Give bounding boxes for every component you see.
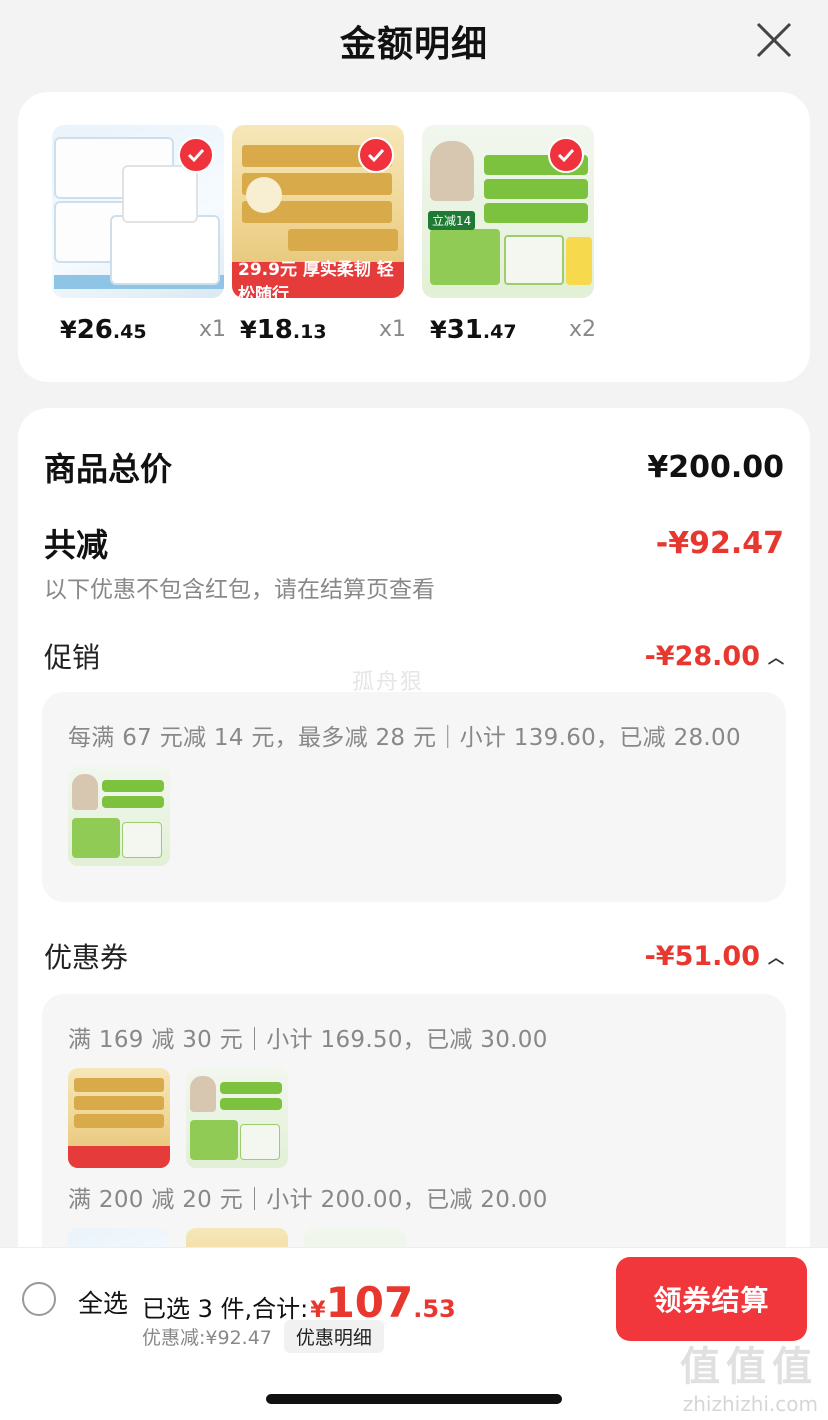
promotion-product-thumbnail[interactable]	[68, 766, 170, 866]
product-item[interactable]: 29.9元 厚实柔韧 轻松随行 ¥18.13 x1	[232, 125, 410, 345]
coupon-product-thumbnail[interactable]	[68, 1068, 170, 1168]
chevron-up-icon[interactable]: ︿	[768, 644, 784, 668]
product-price: ¥18.13	[240, 315, 327, 345]
total-price-label: 商品总价	[44, 450, 173, 488]
total-reduction-value: -¥92.47	[655, 525, 784, 561]
checkout-button[interactable]: 领券结算	[616, 1257, 807, 1341]
coupon-rule-2: 满 200 减 20 元｜小计 200.00，已减 20.00	[68, 1187, 548, 1213]
total-price-row: 商品总价 ¥200.00	[44, 444, 784, 490]
product-image[interactable]: 29.9元 厚实柔韧 轻松随行	[232, 125, 404, 298]
product-item[interactable]: ¥26.45 x1	[52, 125, 230, 345]
product-item[interactable]: 立减14 ¥31.47 x2	[422, 125, 600, 345]
home-indicator[interactable]	[266, 1394, 562, 1404]
coupon-row[interactable]: 优惠券 -¥51.00 ︿	[44, 936, 784, 976]
page-title: 金额明细	[339, 24, 488, 65]
total-reduction-label: 共减	[44, 526, 109, 564]
coupon-product-thumbnail[interactable]	[186, 1068, 288, 1168]
checkout-bar: 全选 已选 3 件,合计: ¥ 107 .53 优惠减:¥92.47 优惠明细 …	[0, 1247, 828, 1420]
chevron-up-icon[interactable]: ︿	[768, 944, 784, 968]
selected-check-icon[interactable]	[548, 137, 584, 173]
selected-check-icon[interactable]	[178, 137, 214, 173]
promotion-panel: 每满 67 元减 14 元，最多减 28 元｜小计 139.60，已减 28.0…	[42, 692, 786, 902]
site-watermark: 值值值 zhizhizhi.com	[680, 1344, 818, 1416]
selected-check-icon[interactable]	[358, 137, 394, 173]
selected-products-card: ¥26.45 x1 29.9元 厚实柔韧 轻松随行 ¥18.13 x1 立减14…	[18, 92, 810, 382]
product-price: ¥31.47	[430, 315, 517, 345]
promotion-label: 促销	[44, 641, 101, 674]
reduction-note: 以下优惠不包含红包，请在结算页查看	[44, 577, 435, 603]
select-all-label[interactable]: 全选	[78, 1284, 128, 1320]
product-image-promo: 29.9元 厚实柔韧 轻松随行	[232, 260, 404, 298]
close-button[interactable]	[754, 20, 794, 60]
close-icon	[756, 22, 792, 58]
coupon-label: 优惠券	[44, 941, 129, 974]
product-quantity: x2	[568, 317, 596, 342]
promotion-rule: 每满 67 元减 14 元，最多减 28 元｜小计 139.60，已减 28.0…	[68, 725, 741, 751]
promotion-value: -¥28.00	[644, 640, 760, 672]
product-image-tag: 立减14	[428, 211, 476, 230]
discount-detail-button[interactable]: 优惠明细	[283, 1320, 384, 1353]
product-price: ¥26.45	[60, 315, 147, 345]
product-quantity: x1	[198, 317, 226, 342]
coupon-value: -¥51.00	[644, 940, 760, 972]
selected-count-text: 已选 3 件,合计:	[142, 1295, 309, 1323]
product-image[interactable]: 立减14	[422, 125, 594, 298]
total-price-value: ¥200.00	[647, 449, 784, 485]
product-image[interactable]	[52, 125, 224, 298]
total-reduction-row: 共减 -¥92.47	[44, 520, 784, 566]
select-all-radio[interactable]	[22, 1282, 56, 1316]
discount-amount: 优惠减:¥92.47	[142, 1327, 272, 1349]
product-quantity: x1	[378, 317, 406, 342]
header: 金额明细	[0, 0, 828, 82]
watermark-text: 孤舟狠	[352, 670, 425, 695]
coupon-rule-1: 满 169 减 30 元｜小计 169.50，已减 30.00	[68, 1027, 548, 1053]
